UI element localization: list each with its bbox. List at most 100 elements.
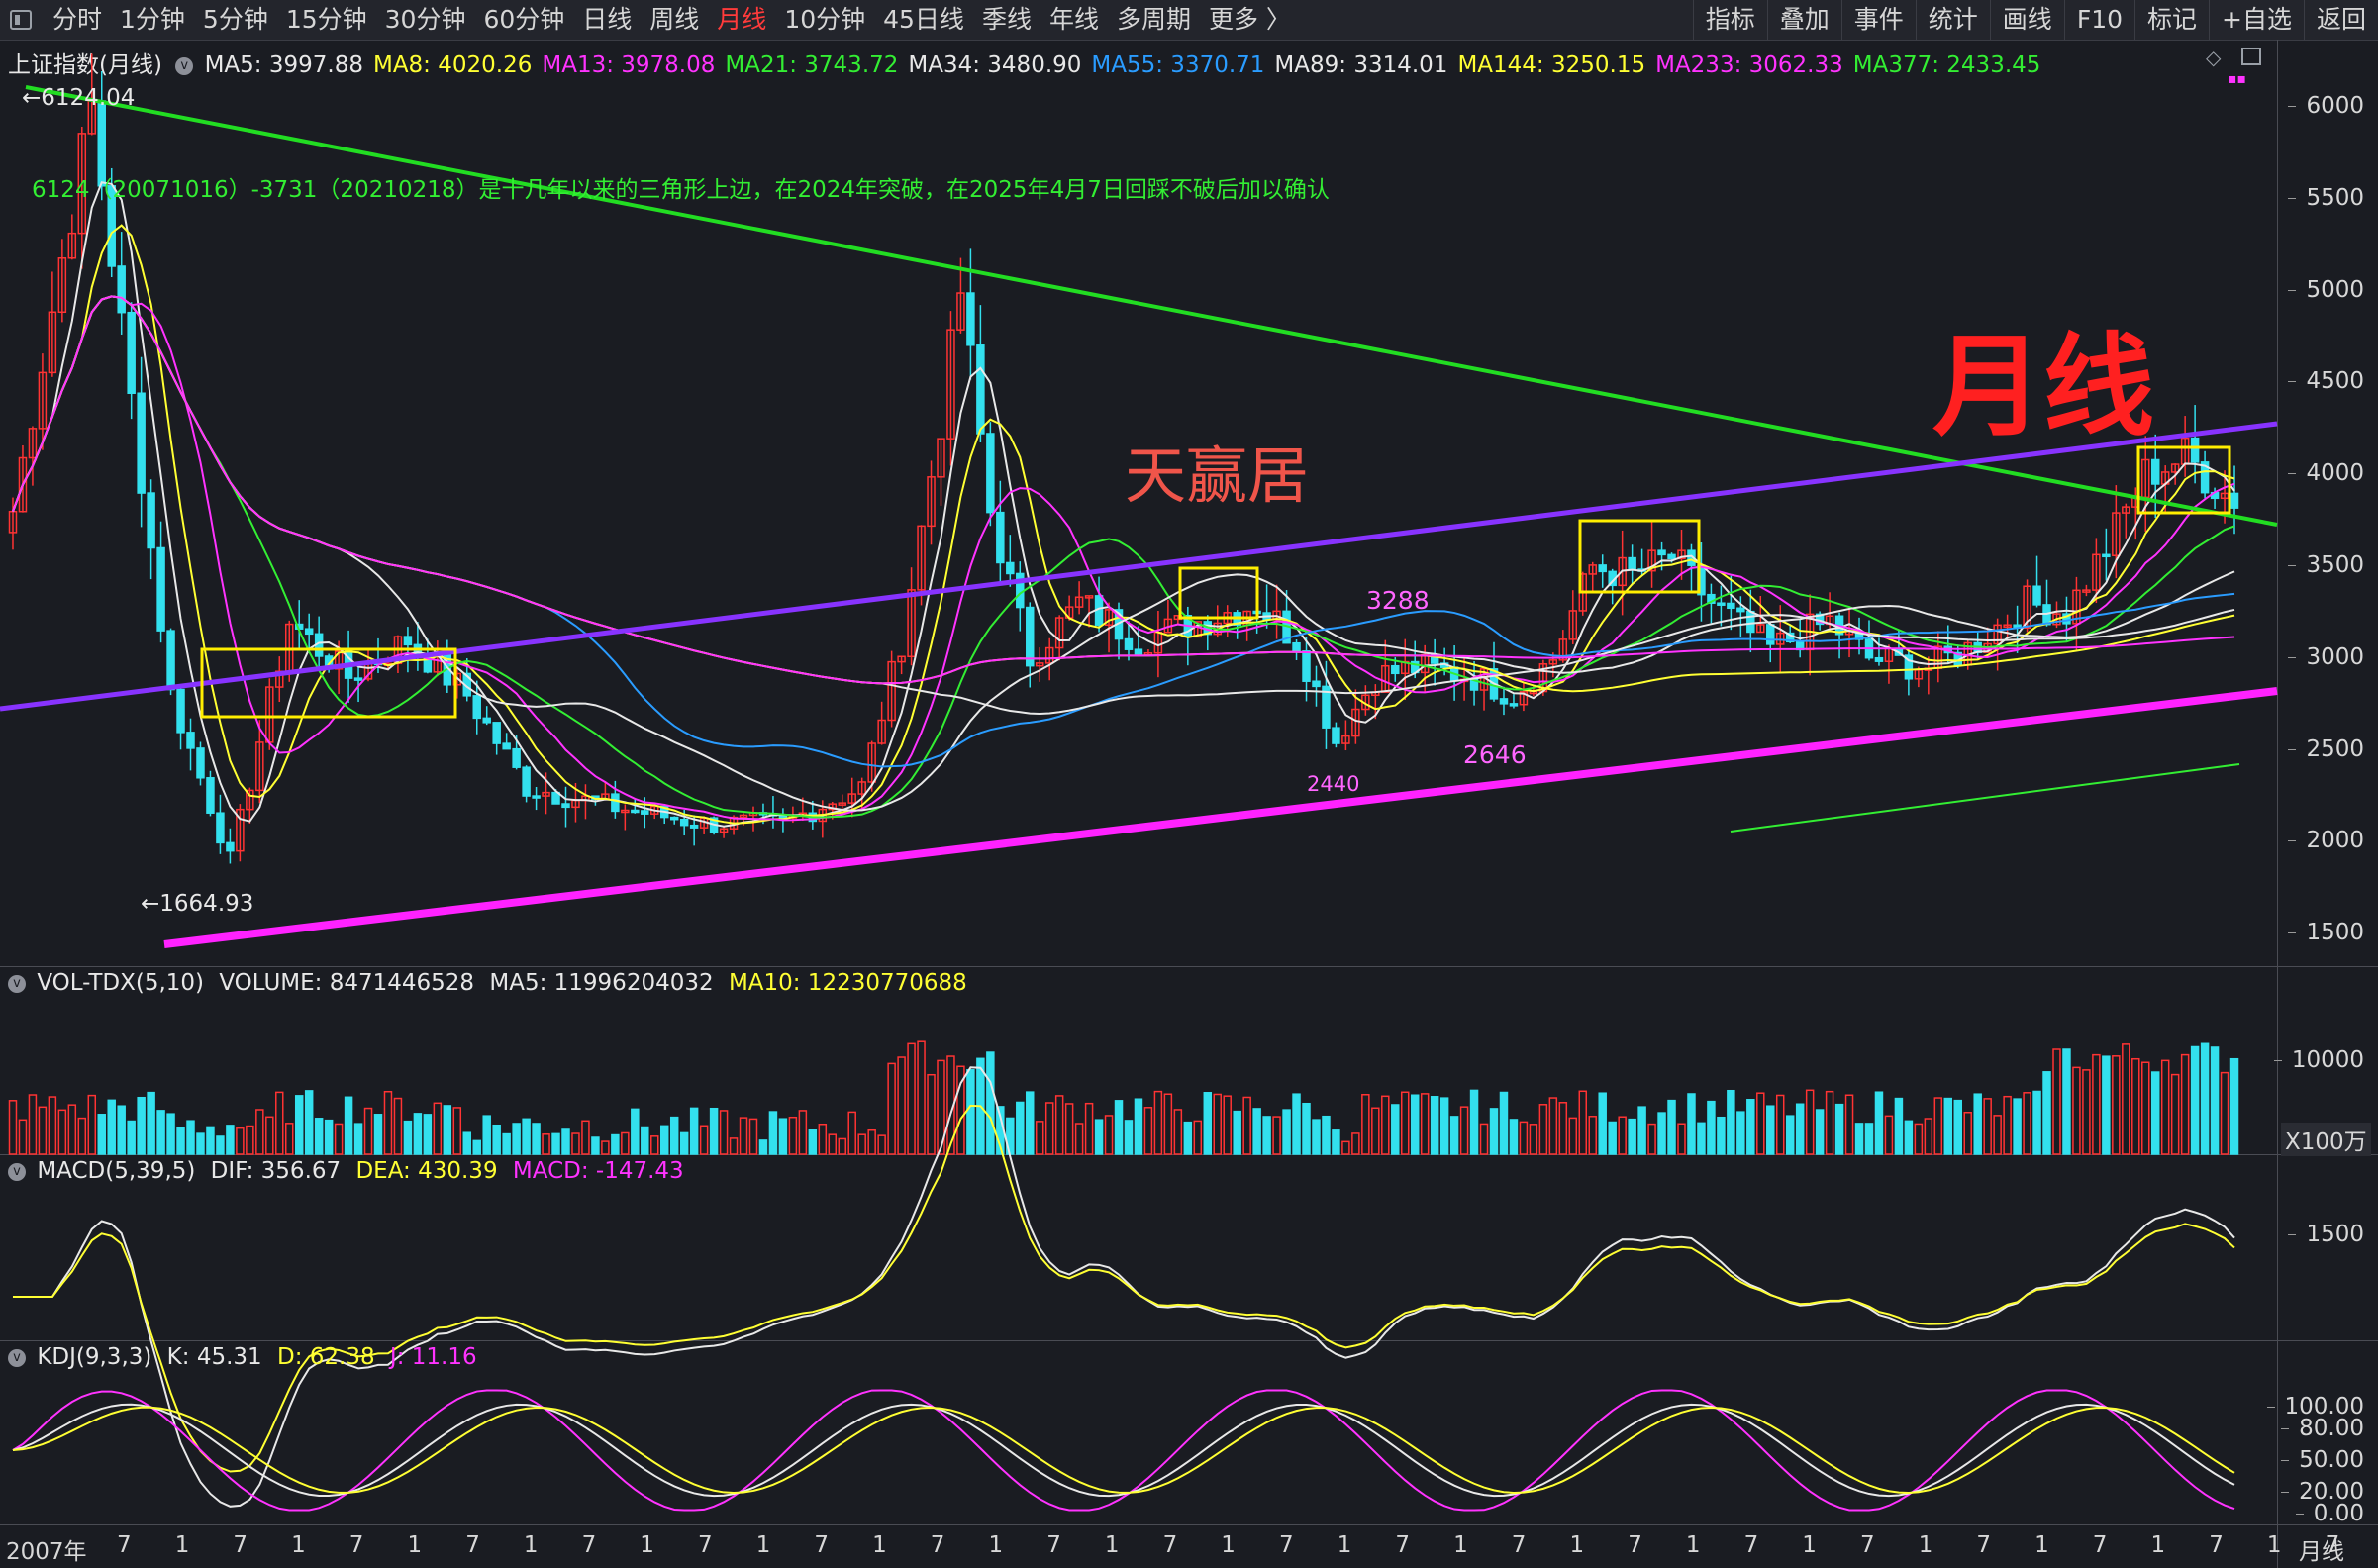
time-label-9: 7 [581, 1532, 597, 1558]
volume-bar [847, 1111, 856, 1155]
candle-body [156, 546, 165, 632]
kdj-legend: v KDJ(9,3,3) K: 45.31 D: 62.38 J: 11.16 [8, 1344, 477, 1370]
volume-bar [1302, 1102, 1311, 1155]
candle-body [472, 695, 481, 720]
time-label-38: 1 [2266, 1532, 2282, 1558]
time-label-18: 1 [1104, 1532, 1120, 1558]
volume-bar [147, 1091, 155, 1155]
volume-bar [1795, 1103, 1805, 1155]
chevron-down-icon[interactable]: v [8, 974, 26, 993]
volume-bar [1272, 1116, 1281, 1155]
volume-bar [1558, 1102, 1568, 1155]
chevron-down-icon[interactable]: v [8, 1348, 26, 1367]
candle-body [1499, 698, 1509, 705]
volume-bar [1361, 1094, 1370, 1155]
candle-body [216, 812, 225, 844]
volume-bar [1825, 1090, 1834, 1155]
time-label-28: 1 [1685, 1532, 1701, 1558]
volume-bar [1252, 1108, 1261, 1155]
volume-bar [1598, 1092, 1607, 1155]
volume-bar [1904, 1120, 1914, 1155]
candle-body [522, 766, 531, 797]
volume-bar [206, 1126, 215, 1155]
volume-bar [1124, 1120, 1134, 1155]
volume-bar [2112, 1055, 2121, 1155]
candle-body [482, 717, 491, 724]
volume-bar [1044, 1102, 1054, 1155]
volume-bar [1854, 1123, 1864, 1155]
volume-bar [2122, 1043, 2130, 1155]
volume-bar [423, 1114, 433, 1155]
volume-bar [1153, 1090, 1163, 1155]
volume-bar [38, 1106, 48, 1155]
volume-bar [798, 1110, 808, 1155]
volume-bar [512, 1123, 521, 1155]
volume-bar [689, 1107, 699, 1155]
candle-body [196, 747, 205, 779]
label-2440: 2440 [1307, 772, 1360, 796]
candle-body [166, 630, 175, 691]
volume-bar [2052, 1048, 2061, 1155]
time-label-24: 1 [1453, 1532, 1468, 1558]
candle-body [1727, 602, 1735, 610]
volume-bar [1341, 1140, 1350, 1155]
candle-body [561, 803, 570, 809]
volume-bar [1084, 1102, 1094, 1155]
volume-bar [1844, 1094, 1854, 1155]
candlestick-chart[interactable] [0, 0, 2378, 1568]
volume-bar [1074, 1123, 1084, 1155]
volume-bar [650, 1135, 659, 1155]
chevron-down-icon[interactable]: v [8, 1162, 26, 1181]
volume-bar [808, 1129, 818, 1155]
time-label-29: 7 [1743, 1532, 1759, 1558]
candle-body [1746, 610, 1755, 634]
volume-bar [1717, 1116, 1726, 1155]
volume-bar [1529, 1124, 1538, 1155]
volume-bar [1332, 1129, 1340, 1155]
volume-bar [561, 1128, 570, 1155]
volume-bar [1035, 1121, 1044, 1155]
volume-bar [838, 1137, 846, 1155]
candle-body [206, 777, 215, 814]
volume-bar [1628, 1118, 1636, 1155]
k-line [12, 1403, 2235, 1498]
volume-bar [1884, 1115, 1894, 1155]
volume-bar [1469, 1089, 1479, 1155]
volume-bar [166, 1113, 175, 1155]
volume-bar [631, 1108, 640, 1155]
candle-body [1667, 553, 1676, 560]
time-label-23: 7 [1395, 1532, 1411, 1558]
volume-bar [2082, 1069, 2091, 1155]
volume-bar [986, 1051, 995, 1155]
time-label-14: 1 [872, 1532, 887, 1558]
volume-bar [1697, 1122, 1706, 1155]
time-label-1: 7 [117, 1532, 132, 1558]
volume-bar [2220, 1071, 2229, 1155]
candle-body [2229, 492, 2239, 509]
time-label-13: 7 [814, 1532, 830, 1558]
volume-bar [542, 1133, 550, 1155]
candle-body [1332, 727, 1340, 744]
time-label-15: 7 [930, 1532, 945, 1558]
candle-body [2190, 437, 2200, 463]
volume-bar [1548, 1097, 1558, 1155]
volume-bar [1489, 1108, 1499, 1155]
volume-bar [877, 1134, 886, 1155]
volume-bar [1943, 1097, 1953, 1155]
volume-bar [1163, 1093, 1173, 1155]
candle-body [1657, 549, 1666, 556]
candle-body [147, 492, 155, 549]
volume-bar [581, 1120, 590, 1155]
volume-bar [1104, 1115, 1114, 1155]
volume-bar [265, 1116, 274, 1155]
volume-bar [1193, 1120, 1203, 1155]
volume-bar [87, 1094, 97, 1155]
volume-bar [679, 1131, 689, 1155]
volume-bar [1746, 1099, 1755, 1155]
candle-body [1598, 564, 1607, 573]
candle-body [137, 392, 146, 494]
volume-bar [117, 1105, 126, 1155]
volume-bar [246, 1125, 254, 1155]
volume-bar [2210, 1046, 2220, 1155]
d-line [12, 1406, 2235, 1495]
